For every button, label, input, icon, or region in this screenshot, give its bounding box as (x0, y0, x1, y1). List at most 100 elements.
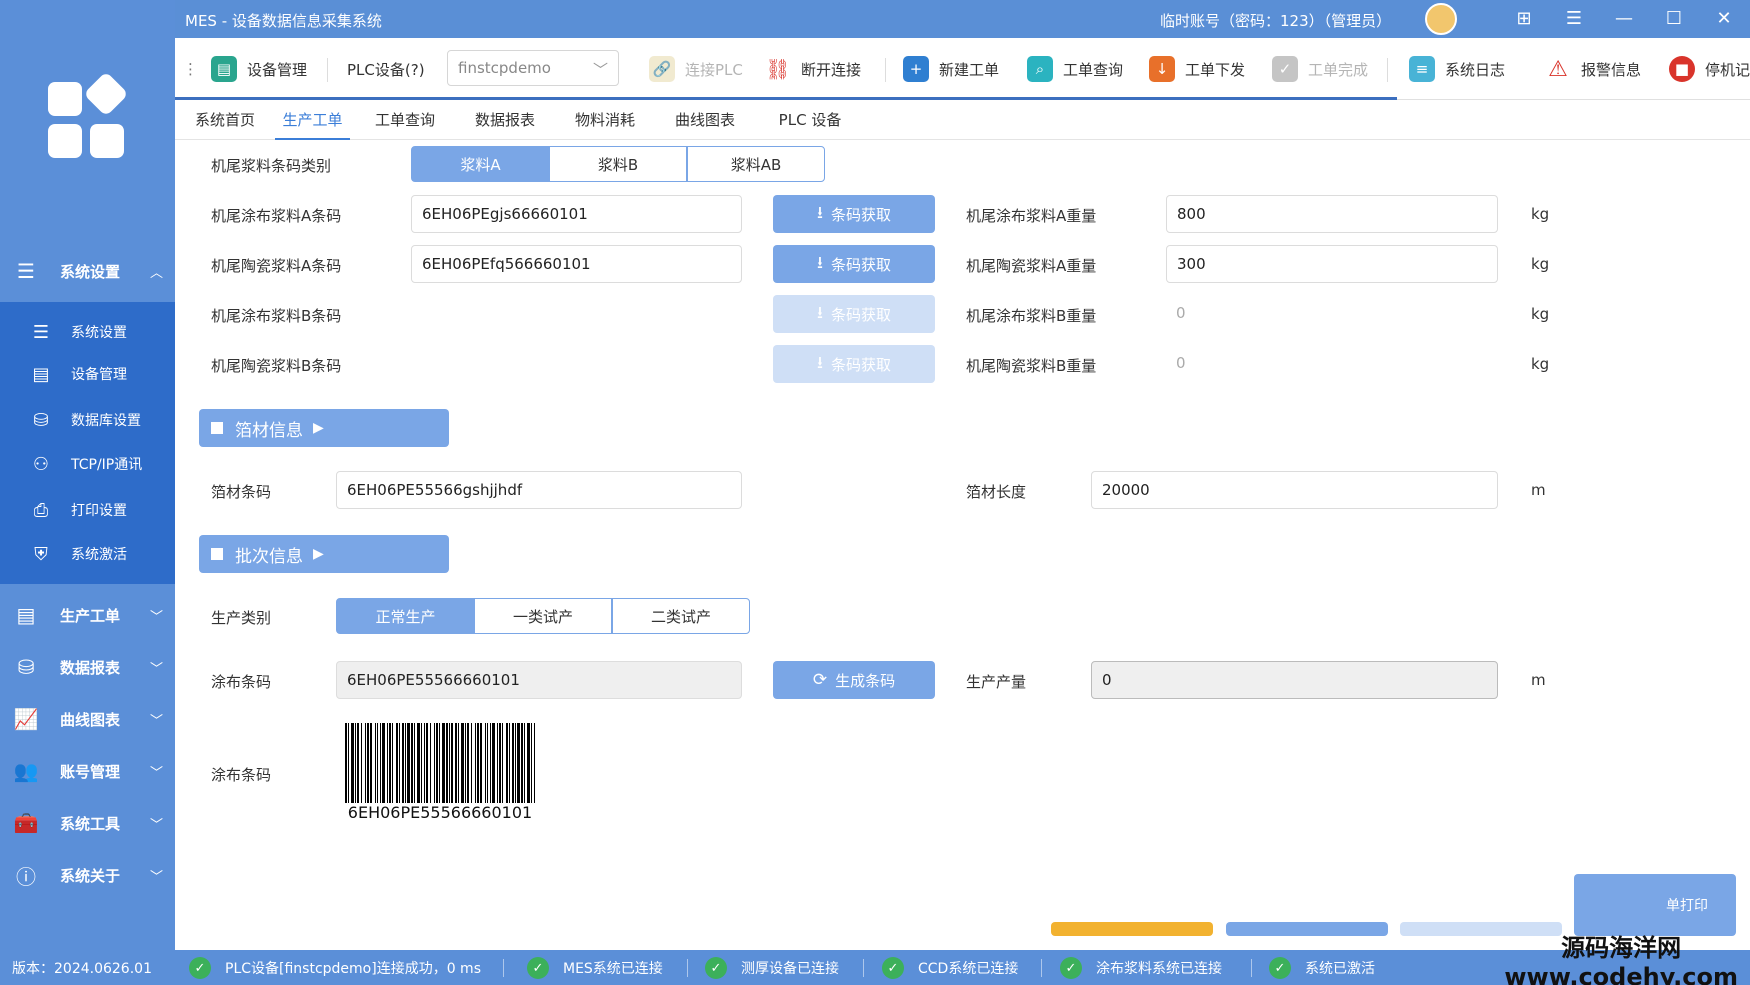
barcode-label: 涂布条码 (211, 766, 272, 784)
barcode-bar (515, 723, 516, 803)
barcode-image (345, 723, 535, 803)
info-icon: ⓘ (16, 864, 36, 889)
barcode-bar (389, 723, 391, 803)
sidebar-item-print-settings[interactable]: ⎙ 打印设置 (0, 490, 175, 530)
ceramic-slurry-a-weight-input[interactable]: 300 (1166, 245, 1498, 283)
connect-plc-button[interactable]: 🔗 连接PLC (649, 53, 743, 85)
version-label: 版本：2024.0626.01 (12, 961, 152, 977)
sidebar-group-account-management[interactable]: 👥 账号管理 ﹀ (0, 748, 175, 794)
action-button-2[interactable] (1226, 922, 1388, 936)
tab-order-query[interactable]: 工单查询 (365, 102, 445, 140)
hamburger-menu-icon[interactable]: ☰ (1560, 6, 1588, 32)
fetch-code-button-4[interactable]: ⭳ 条码获取 (773, 345, 935, 383)
sidebar-item-database-settings[interactable]: ⛁ 数据库设置 (0, 400, 175, 440)
shield-check-icon: ⛨ (34, 543, 48, 565)
sidebar-group-label: 系统工具 (60, 814, 121, 833)
coat-slurry-a-weight-label: 机尾涂布浆料A重量 (966, 207, 1097, 225)
production-type-normal[interactable]: 正常生产 (336, 598, 475, 634)
watermark-line-1: 源码海洋网 (1561, 934, 1682, 962)
coating-code-input[interactable]: 6EH06PE55566660101 (336, 661, 742, 699)
windows-icon[interactable]: ⊞ (1510, 6, 1538, 32)
alarm-button[interactable]: ⚠ 报警信息 (1545, 53, 1641, 85)
square-icon (211, 548, 223, 560)
title-bar: MES - 设备数据信息采集系统 临时账号（密码：123）（管理员） ⊞ ☰ —… (175, 0, 1750, 38)
foil-info-section[interactable]: 箔材信息 ▶ (199, 409, 449, 447)
tab-home[interactable]: 系统首页 (185, 102, 265, 140)
minimize-icon[interactable]: — (1610, 6, 1638, 32)
maximize-icon[interactable]: ☐ (1660, 6, 1688, 32)
batch-info-section[interactable]: 批次信息 ▶ (199, 535, 449, 573)
sidebar-group-about[interactable]: ⓘ 系统关于 ﹀ (0, 852, 175, 898)
slurry-type-b[interactable]: 浆料B (549, 146, 687, 182)
production-type-trial-2[interactable]: 二类试产 (612, 598, 750, 634)
barcode-bar (424, 723, 425, 803)
unit-m: m (1531, 671, 1546, 689)
foil-code-input[interactable]: 6EH06PE55566gshjjhdf (336, 471, 742, 509)
sidebar-group-curve-charts[interactable]: 📈 曲线图表 ﹀ (0, 696, 175, 742)
order-complete-button[interactable]: ✓ 工单完成 (1272, 53, 1368, 85)
tab-production-order[interactable]: 生产工单 (275, 102, 350, 140)
ceramic-slurry-b-weight-input[interactable]: 0 (1166, 345, 1498, 383)
sidebar-group-system-tools[interactable]: 🧰 系统工具 ﹀ (0, 800, 175, 846)
sidebar-group-data-reports[interactable]: ⛁ 数据报表 ﹀ (0, 644, 175, 690)
order-issue-button[interactable]: ↓ 工单下发 (1149, 53, 1245, 85)
stop-record-button[interactable]: ■ 停机记 (1669, 53, 1750, 85)
status-activation: ✓ 系统已激活 (1269, 956, 1375, 980)
play-icon: ▶ (313, 420, 324, 436)
plc-device-select[interactable]: finstcpdemo ﹀ (447, 50, 619, 86)
check-circle-icon: ✓ (882, 957, 904, 979)
barcode-bar (506, 723, 508, 803)
barcode-bar (512, 723, 514, 803)
slurry-type-ab[interactable]: 浆料AB (687, 146, 825, 182)
toolbar: ⋮ ▤ 设备管理 PLC设备(?) finstcpdemo ﹀ 🔗 连接PLC … (175, 38, 1750, 100)
foil-length-input[interactable]: 20000 (1091, 471, 1498, 509)
status-text: 测厚设备已连接 (741, 961, 839, 977)
ceramic-slurry-a-code-input[interactable]: 6EH06PEfq566660101 (411, 245, 742, 283)
coat-slurry-b-weight-input[interactable]: 0 (1166, 295, 1498, 333)
close-icon[interactable]: ✕ (1710, 6, 1738, 32)
device-management-label: 设备管理 (247, 60, 308, 79)
disconnect-button[interactable]: ⛓ 断开连接 (765, 53, 861, 85)
slurry-type-a[interactable]: 浆料A (411, 146, 550, 182)
fetch-code-button-1[interactable]: ⭳ 条码获取 (773, 195, 935, 233)
tab-material-consumption[interactable]: 物料消耗 (565, 102, 645, 140)
sidebar-item-device-management[interactable]: ▤ 设备管理 (0, 354, 175, 394)
unit-kg: kg (1531, 205, 1550, 223)
ceramic-slurry-b-code-input[interactable] (411, 345, 742, 383)
sidebar-group-system-settings[interactable]: ☰ 系统设置 ︿ (0, 248, 175, 294)
tab-plc-device[interactable]: PLC 设备 (765, 102, 855, 140)
sidebar-group-production-orders[interactable]: ▤ 生产工单 ﹀ (0, 592, 175, 638)
order-query-button[interactable]: ⌕ 工单查询 (1027, 53, 1123, 85)
sidebar-item-tcp-ip[interactable]: ⚇ TCP/IP通讯 (0, 444, 175, 484)
production-type-trial-1[interactable]: 一类试产 (474, 598, 612, 634)
action-button-1[interactable] (1051, 922, 1213, 936)
new-order-button[interactable]: + 新建工单 (903, 53, 999, 85)
output-input[interactable]: 0 (1091, 661, 1498, 699)
coating-code-label: 涂布条码 (211, 673, 272, 691)
sidebar-item-system-activation[interactable]: ⛨ 系统激活 (0, 534, 175, 574)
device-management-button[interactable]: ▤ 设备管理 (211, 53, 307, 85)
check-circle-icon: ✓ (1060, 957, 1082, 979)
print-button[interactable]: 单打印 (1574, 874, 1736, 936)
status-divider (687, 959, 688, 977)
system-log-button[interactable]: ≡ 系统日志 (1409, 53, 1505, 85)
fetch-code-button-3[interactable]: ⭳ 条码获取 (773, 295, 935, 333)
sidebar-group-label: 曲线图表 (60, 710, 121, 729)
tab-data-report[interactable]: 数据报表 (465, 102, 545, 140)
system-log-label: 系统日志 (1445, 60, 1506, 79)
coat-slurry-b-code-input[interactable] (411, 295, 742, 333)
order-query-label: 工单查询 (1063, 60, 1124, 79)
coat-slurry-a-code-input[interactable]: 6EH06PEgjs66660101 (411, 195, 742, 233)
sidebar-item-system-settings[interactable]: ☰ 系统设置 (0, 312, 175, 352)
barcode-bar (490, 723, 491, 803)
avatar[interactable] (1425, 3, 1457, 35)
coat-slurry-a-weight-input[interactable]: 800 (1166, 195, 1498, 233)
server-icon: ▤ (211, 56, 237, 82)
fetch-code-button-2[interactable]: ⭳ 条码获取 (773, 245, 935, 283)
database-icon: ⛁ (17, 655, 35, 679)
log-icon: ≡ (1409, 56, 1435, 82)
tab-curve-chart[interactable]: 曲线图表 (665, 102, 745, 140)
alarm-label: 报警信息 (1581, 60, 1642, 79)
unlink-icon: ⛓ (765, 56, 791, 82)
generate-code-button[interactable]: ⟳ 生成条码 (773, 661, 935, 699)
